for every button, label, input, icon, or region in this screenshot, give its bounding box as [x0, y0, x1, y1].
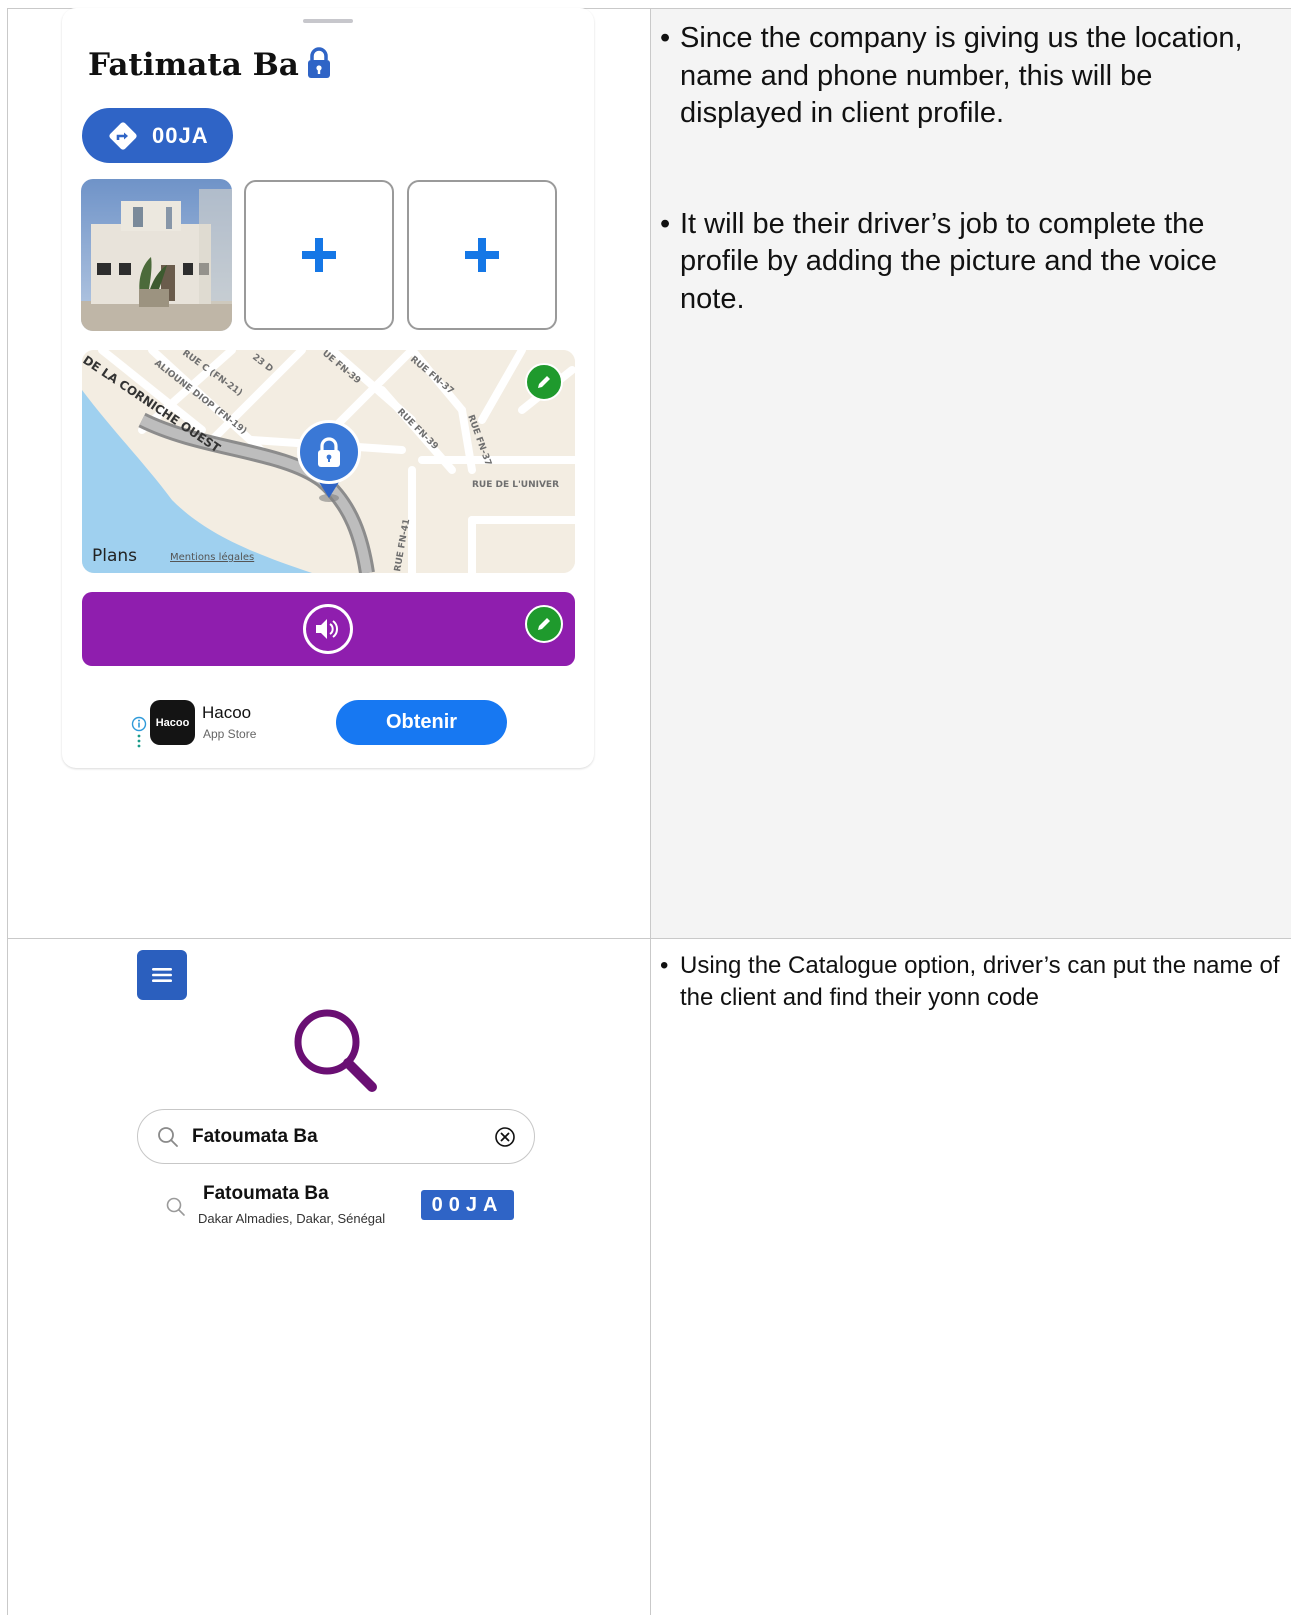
ad-info-icon[interactable] — [131, 716, 147, 755]
notes-bottom: Using the Catalogue option, driver’s can… — [660, 950, 1280, 1014]
ad-app-icon[interactable]: Hacoo — [150, 700, 195, 745]
search-icon — [158, 1127, 178, 1147]
speaker-icon — [316, 619, 338, 639]
note-item: Using the Catalogue option, driver’s can… — [660, 950, 1280, 1014]
map-canvas: DE LA CORNICHE OUEST ALIOUNE DIOP (FN-19… — [82, 350, 575, 573]
notes-top: Since the company is giving us the locat… — [660, 20, 1280, 391]
sheet-grabber[interactable] — [303, 19, 353, 23]
clear-search-icon[interactable] — [494, 1126, 516, 1148]
catalogue-search-field[interactable]: Fatoumata Ba — [137, 1109, 535, 1164]
hamburger-menu-icon — [152, 968, 172, 982]
lock-icon — [305, 46, 333, 85]
add-photo-button-2[interactable] — [407, 180, 557, 330]
house-photo[interactable] — [81, 179, 232, 331]
search-icon — [290, 1005, 380, 1100]
plus-icon — [302, 238, 336, 272]
location-map[interactable]: DE LA CORNICHE OUEST ALIOUNE DIOP (FN-19… — [82, 350, 575, 573]
frame-row-divider — [7, 938, 1291, 939]
catalogue-search-input[interactable]: Fatoumata Ba — [192, 1126, 318, 1148]
note-item: It will be their driver’s job to complet… — [660, 206, 1280, 319]
frame-left-border — [7, 8, 8, 1615]
result-client-address: Dakar Almadies, Dakar, Sénégal — [198, 1211, 386, 1226]
menu-button[interactable] — [137, 950, 187, 1000]
client-name: Fatimata Ba — [88, 47, 299, 83]
directions-icon — [109, 121, 137, 150]
ad-app-subtitle: App Store — [203, 727, 257, 741]
pencil-icon — [538, 618, 550, 630]
edit-voice-note-button[interactable] — [525, 605, 563, 643]
result-yonn-code[interactable]: 00JA — [421, 1190, 514, 1220]
yonn-code-label: 00JA — [152, 122, 209, 148]
map-brand: Plans — [92, 546, 137, 566]
note-item: Since the company is giving us the locat… — [660, 20, 1280, 133]
yonn-code-button[interactable]: 00JA — [82, 108, 233, 163]
map-legal-link[interactable]: Mentions légales — [170, 551, 254, 563]
pencil-icon — [538, 376, 550, 388]
result-client-name[interactable]: Fatoumata Ba — [203, 1183, 329, 1205]
obtenir-button[interactable]: Obtenir — [336, 700, 507, 745]
edit-location-button[interactable] — [525, 363, 563, 401]
plus-icon — [465, 238, 499, 272]
map-street-label: RUE DE L'UNIVER — [472, 480, 559, 490]
play-voice-note-button[interactable] — [303, 604, 353, 654]
ad-app-title: Hacoo — [202, 703, 252, 722]
add-photo-button-1[interactable] — [244, 180, 394, 330]
search-icon — [166, 1197, 185, 1216]
